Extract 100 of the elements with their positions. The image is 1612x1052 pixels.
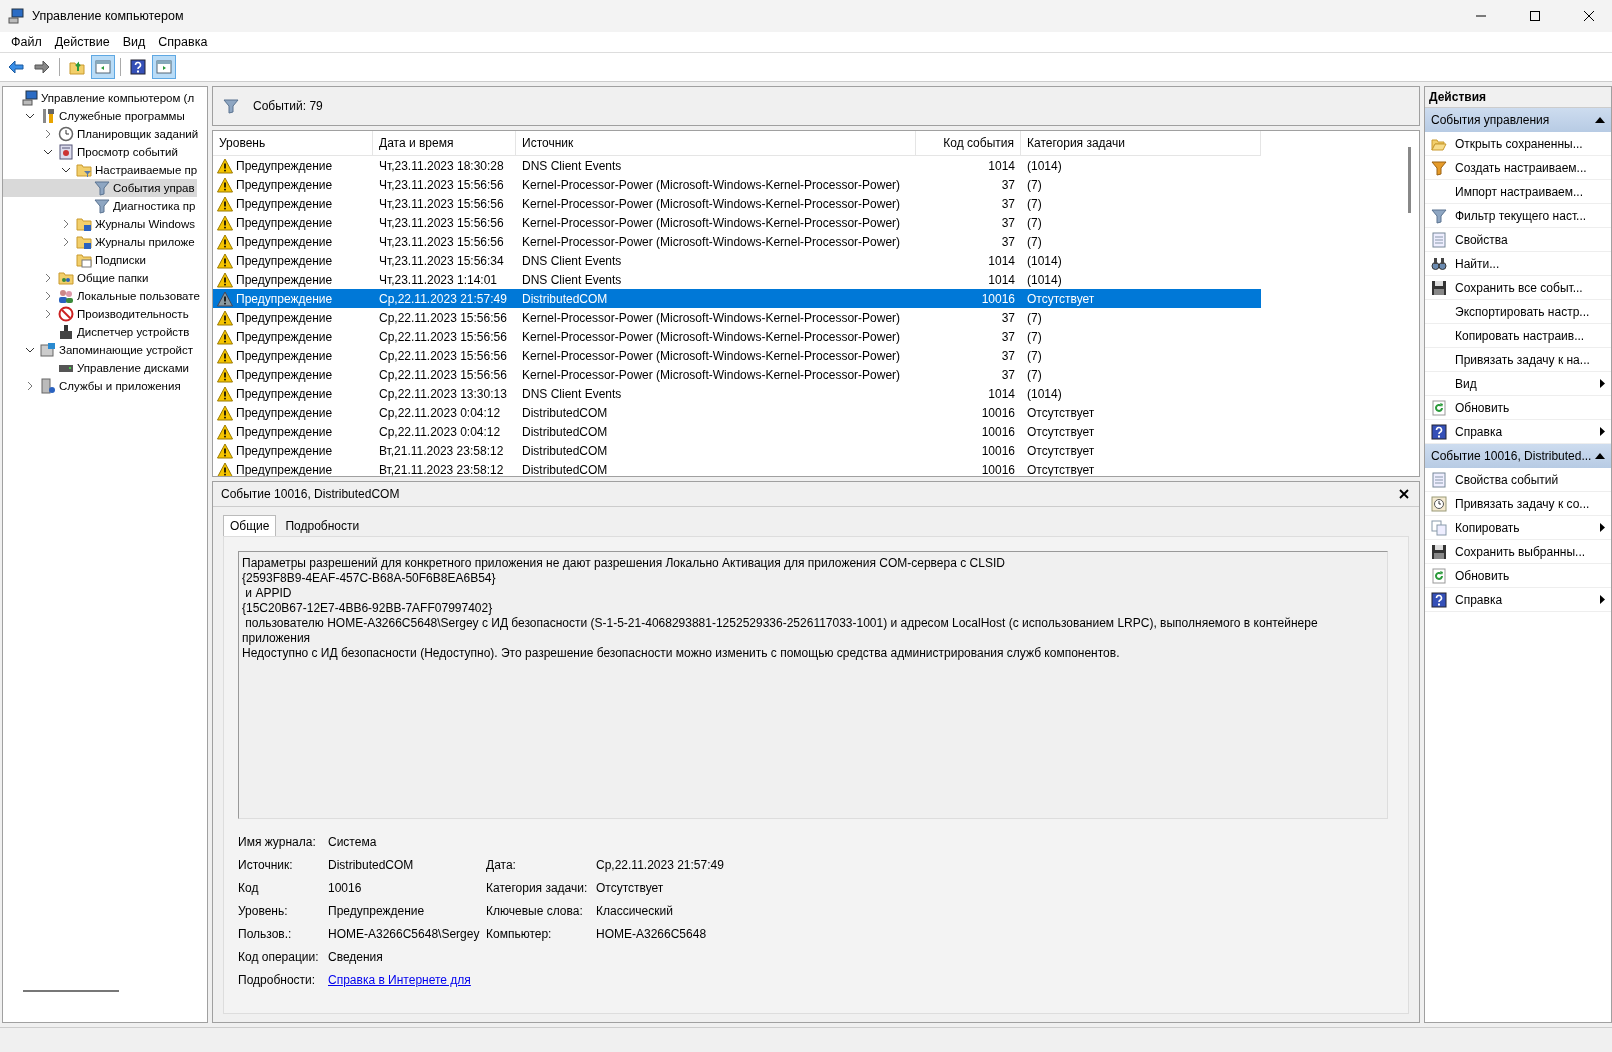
action-item[interactable]: Создать настраиваем... xyxy=(1425,156,1611,180)
action-label: Сохранить выбранны... xyxy=(1455,544,1586,559)
tree-item[interactable]: Управление дисками xyxy=(3,359,192,377)
table-cell: Предупреждение xyxy=(236,424,333,439)
menu-item[interactable]: Файл xyxy=(6,35,50,49)
scrollbar-thumb[interactable] xyxy=(23,990,119,992)
action-item[interactable]: Обновить xyxy=(1425,396,1611,420)
event-row[interactable]: Предупреждение Ср,22.11.2023 0:04:12 DistributedCOM 10016 Отсутствует xyxy=(213,403,1261,422)
table-cell: Предупреждение xyxy=(236,215,333,230)
scrollbar-thumb[interactable] xyxy=(1408,147,1411,213)
action-item[interactable]: Свойства xyxy=(1425,228,1611,252)
tab[interactable]: Общие xyxy=(223,515,277,536)
action-item[interactable]: Копировать настраив... xyxy=(1425,324,1611,348)
field-label: Код операции: xyxy=(238,950,320,964)
warning-icon xyxy=(217,271,233,288)
action-item[interactable]: Привязать задачу к со... xyxy=(1425,492,1611,516)
event-row[interactable]: Предупреждение Чт,23.11.2023 15:56:34 DNS Client Events 1014 (1014) xyxy=(213,251,1261,270)
event-row[interactable]: Предупреждение Чт,23.11.2023 1:14:01 DNS Client Events 1014 (1014) xyxy=(213,270,1261,289)
event-row[interactable]: Предупреждение Чт,23.11.2023 18:30:28 DNS Client Events 1014 (1014) xyxy=(213,156,1261,175)
event-row[interactable]: Предупреждение Ср,22.11.2023 15:56:56 Kernel-Processor-Power (Microsoft-Windows-Kernel-Processor-Power) 37 (7) xyxy=(213,327,1261,346)
event-row[interactable]: Предупреждение Чт,23.11.2023 15:56:56 Kernel-Processor-Power (Microsoft-Windows-Kernel-Processor-Power) 37 (7) xyxy=(213,175,1261,194)
tree-item[interactable]: Настраиваемые пр xyxy=(3,161,200,179)
table-cell-text: (7) xyxy=(1026,348,1043,363)
table-cell-text: 37 xyxy=(1000,215,1016,230)
action-label: Вид xyxy=(1455,376,1477,391)
tree-item[interactable]: Локальные пользовате xyxy=(3,287,202,305)
action-item[interactable]: Обновить xyxy=(1425,564,1611,588)
action-item[interactable]: Свойства событий xyxy=(1425,468,1611,492)
event-row[interactable]: Предупреждение Ср,22.11.2023 0:04:12 DistributedCOM 10016 Отсутствует xyxy=(213,422,1261,441)
action-item[interactable]: Фильтр текущего наст... xyxy=(1425,204,1611,228)
tree-item[interactable]: Управление компьютером (л xyxy=(3,89,197,107)
field-value: Предупреждение xyxy=(328,904,426,918)
event-row[interactable]: Предупреждение Вт,21.11.2023 23:58:12 DistributedCOM 10016 Отсутствует xyxy=(213,441,1261,460)
detail-title: Событие 10016, DistributedCOM xyxy=(221,487,400,501)
action-item[interactable]: Привязать задачу к на... xyxy=(1425,348,1611,372)
menu-item[interactable]: Справка xyxy=(153,35,216,49)
table-cell-text: Ср,22.11.2023 15:56:56 xyxy=(378,310,508,325)
action-item[interactable]: Найти... xyxy=(1425,252,1611,276)
table-cell-text: Ср,22.11.2023 15:56:56 xyxy=(378,367,508,382)
section-header[interactable]: Событие 10016, Distributed... xyxy=(1425,444,1611,468)
action-item[interactable]: Сохранить выбранны... xyxy=(1425,540,1611,564)
column-header[interactable]: Код события xyxy=(916,131,1021,155)
menu-item[interactable]: Вид xyxy=(117,35,154,49)
action-item[interactable]: Вид xyxy=(1425,372,1611,396)
event-row[interactable]: Предупреждение Чт,23.11.2023 15:56:56 Kernel-Processor-Power (Microsoft-Windows-Kernel-Processor-Power) 37 (7) xyxy=(213,213,1261,232)
tree-item[interactable]: Планировщик заданий xyxy=(3,125,201,143)
event-row[interactable]: Предупреждение Ср,22.11.2023 15:56:56 Kernel-Processor-Power (Microsoft-Windows-Kernel-Processor-Power) 37 (7) xyxy=(213,308,1261,327)
table-cell: Предупреждение xyxy=(236,272,333,287)
event-row[interactable]: Предупреждение Ср,22.11.2023 15:56:56 Kernel-Processor-Power (Microsoft-Windows-Kernel-Processor-Power) 37 (7) xyxy=(213,365,1261,384)
tab[interactable]: Подробности xyxy=(278,515,367,536)
tree-item[interactable]: Производительность xyxy=(3,305,191,323)
column-header[interactable]: Источник xyxy=(516,131,916,155)
event-row[interactable]: Предупреждение Ср,22.11.2023 21:57:49 DistributedCOM 10016 Отсутствует xyxy=(213,289,1261,308)
table-cell-text: Kernel-Processor-Power (Microsoft-Windows-Kernel-Processor-Power) xyxy=(521,196,902,211)
tree-item[interactable]: Диагностика пр xyxy=(3,197,198,215)
tree-item[interactable]: Общие папки xyxy=(3,269,151,287)
section-header[interactable]: События управления xyxy=(1425,108,1611,132)
action-label: Фильтр текущего наст... xyxy=(1455,208,1587,223)
event-row[interactable]: Предупреждение Вт,21.11.2023 23:58:12 DistributedCOM 10016 Отсутствует xyxy=(213,460,1261,476)
action-item[interactable]: Экспортировать настр... xyxy=(1425,300,1611,324)
event-row[interactable]: Предупреждение Чт,23.11.2023 15:56:56 Kernel-Processor-Power (Microsoft-Windows-Kernel-Processor-Power) 37 (7) xyxy=(213,194,1261,213)
event-row[interactable]: Предупреждение Ср,22.11.2023 13:30:13 DNS Client Events 1014 (1014) xyxy=(213,384,1261,403)
tree-item[interactable]: События управ xyxy=(3,179,197,197)
tree-item[interactable]: Служебные программы xyxy=(3,107,187,125)
event-row[interactable]: Предупреждение Ср,22.11.2023 15:56:56 Kernel-Processor-Power (Microsoft-Windows-Kernel-Processor-Power) 37 (7) xyxy=(213,346,1261,365)
table-cell: Предупреждение xyxy=(236,177,333,192)
field-label: Уровень: xyxy=(238,904,289,918)
tree-item[interactable]: Диспетчер устройств xyxy=(3,323,192,341)
action-item[interactable]: Импорт настраиваем... xyxy=(1425,180,1611,204)
column-header[interactable]: Категория задачи xyxy=(1021,131,1261,155)
action-item[interactable]: Справка xyxy=(1425,588,1611,612)
tree-item[interactable]: Запоминающие устройст xyxy=(3,341,195,359)
tree-item[interactable]: Журналы приложе xyxy=(3,233,197,251)
warning-icon xyxy=(217,157,233,174)
services-icon xyxy=(40,378,56,394)
tree-item[interactable]: Службы и приложения xyxy=(3,377,183,395)
event-row[interactable]: Предупреждение Чт,23.11.2023 15:56:56 Kernel-Processor-Power (Microsoft-Windows-Kernel-Processor-Power) 37 (7) xyxy=(213,232,1261,251)
task-clock-icon xyxy=(1431,495,1447,512)
column-header[interactable]: Дата и время xyxy=(373,131,516,155)
action-item[interactable]: Копировать xyxy=(1425,516,1611,540)
table-cell-text: Чт,23.11.2023 15:56:56 xyxy=(378,177,505,192)
action-item[interactable]: Сохранить все событ... xyxy=(1425,276,1611,300)
close-button[interactable] xyxy=(1397,487,1411,501)
device-icon xyxy=(58,324,74,340)
tree-item[interactable]: Подписки xyxy=(3,251,148,269)
filter-icon xyxy=(1431,207,1447,224)
field-value: Сведения xyxy=(328,950,384,964)
column-header[interactable]: Уровень xyxy=(213,131,373,155)
field-label: Источник: xyxy=(238,858,294,872)
help-link[interactable]: Справка в Интернете для xyxy=(328,973,471,987)
tree-item[interactable]: Просмотр событий xyxy=(3,143,180,161)
warning-icon xyxy=(217,195,233,212)
table-cell-text: Чт,23.11.2023 15:56:56 xyxy=(378,234,505,249)
tools-icon xyxy=(40,108,56,124)
copy-icon xyxy=(1431,519,1447,536)
table-cell: Предупреждение xyxy=(236,310,333,325)
menu-item[interactable]: Действие xyxy=(49,35,118,49)
table-cell-text: Отсутствует xyxy=(1026,424,1096,439)
action-item[interactable]: Открыть сохраненны... xyxy=(1425,132,1611,156)
tree-item[interactable]: Журналы Windows xyxy=(3,215,198,233)
